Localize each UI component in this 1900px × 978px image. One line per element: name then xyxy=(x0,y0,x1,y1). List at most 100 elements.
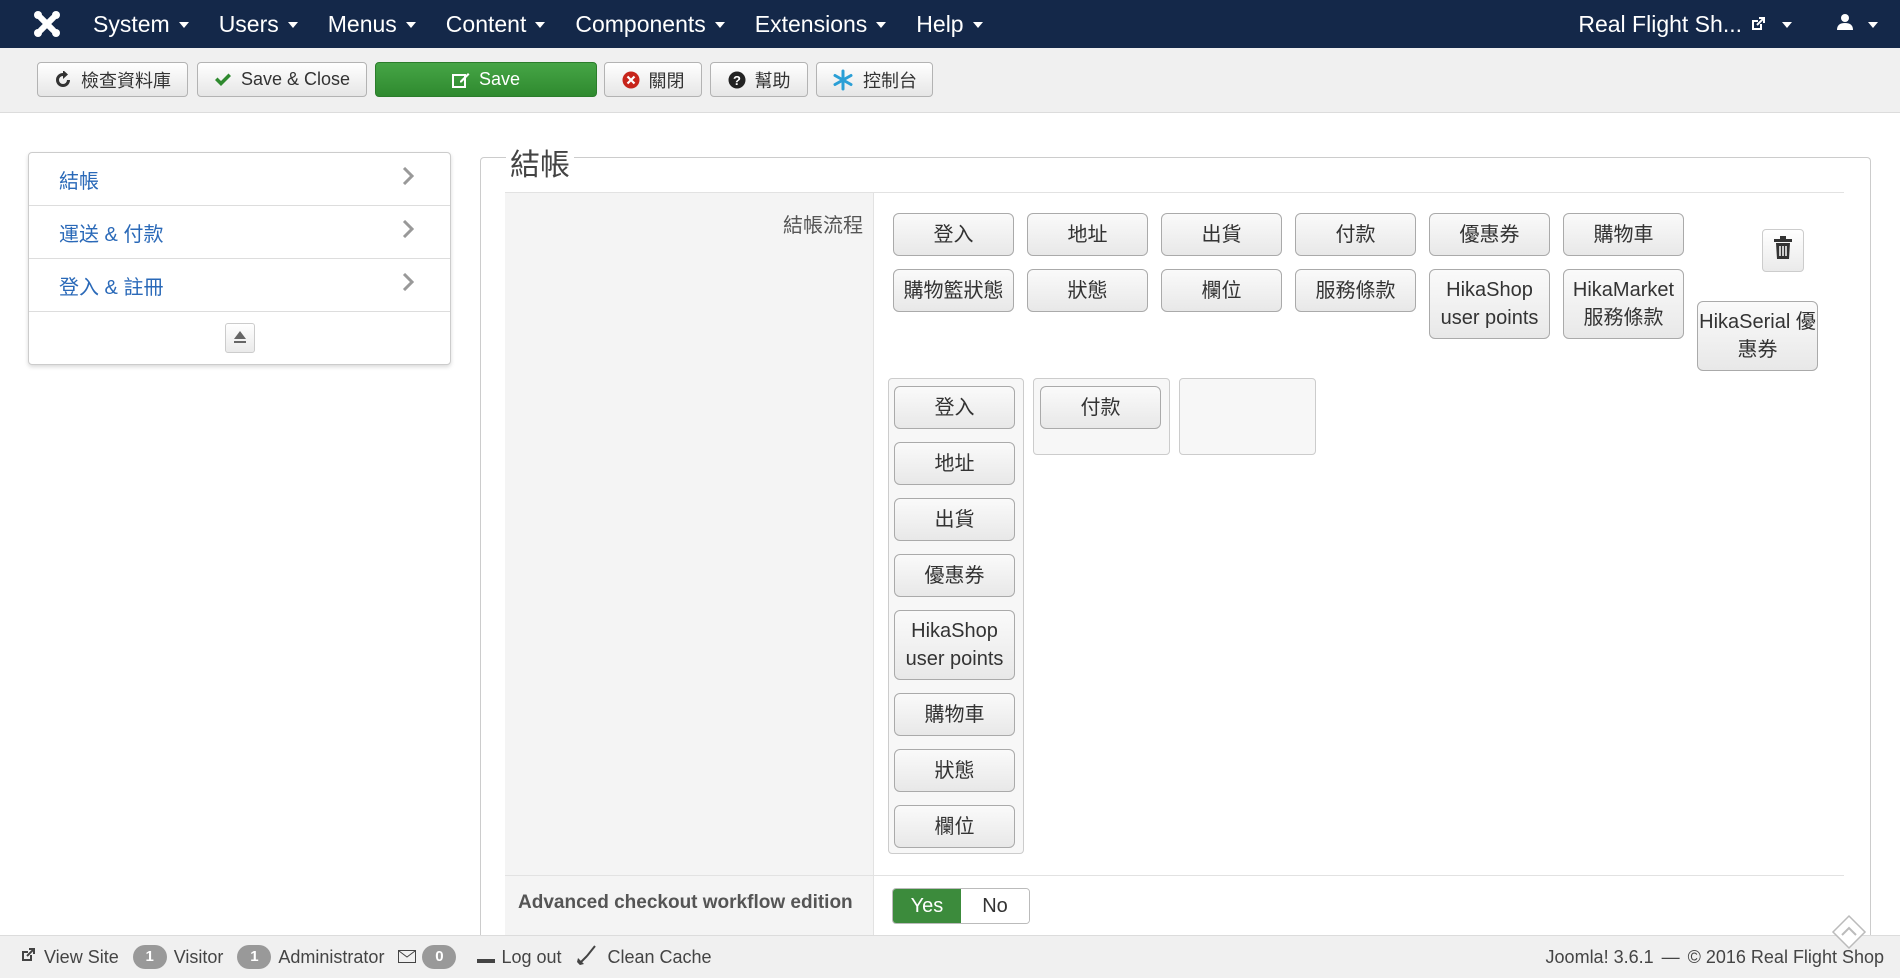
caret-down-icon xyxy=(405,22,416,28)
trash-dropzone[interactable] xyxy=(1762,229,1804,272)
block-fields[interactable]: 欄位 xyxy=(1161,269,1282,312)
step1-block-coupon[interactable]: 優惠券 xyxy=(894,554,1015,597)
yes-option[interactable]: Yes xyxy=(893,889,961,923)
block-login[interactable]: 登入 xyxy=(893,213,1014,256)
menu-label: Help xyxy=(916,10,964,37)
no-option[interactable]: No xyxy=(961,889,1029,923)
step1-block-login[interactable]: 登入 xyxy=(894,386,1015,429)
close-circle-icon xyxy=(622,71,640,89)
advanced-key-cell: Advanced checkout workflow edition xyxy=(505,876,874,937)
help-button[interactable]: ? 幫助 xyxy=(710,62,808,97)
menu-content[interactable]: Content xyxy=(431,0,561,48)
menu-label: Users xyxy=(218,10,279,37)
minus-icon xyxy=(477,947,496,968)
refresh-icon xyxy=(54,70,72,89)
save-button[interactable]: Save xyxy=(375,62,597,97)
sidebar-item-label: 運送 & 付款 xyxy=(59,223,164,246)
eject-icon xyxy=(233,328,247,349)
step1-block-fields[interactable]: 欄位 xyxy=(894,805,1015,848)
block-status[interactable]: 狀態 xyxy=(1027,269,1148,312)
workflow-label: 結帳流程 xyxy=(783,215,863,237)
broom-icon xyxy=(576,944,598,971)
menu-users[interactable]: Users xyxy=(204,0,313,48)
sidebar-item-checkout[interactable]: 結帳 xyxy=(29,153,450,206)
block-address[interactable]: 地址 xyxy=(1027,213,1148,256)
workflow-key-cell: 結帳流程 xyxy=(505,193,874,875)
button-label: Save & Close xyxy=(240,69,351,89)
block-shipping[interactable]: 出貨 xyxy=(1161,213,1282,256)
block-cart-status[interactable]: 購物籃狀態 xyxy=(893,269,1014,312)
sidebar-item-label: 登入 & 註冊 xyxy=(59,276,164,299)
copyright-text: © 2016 Real Flight Shop xyxy=(1687,947,1884,967)
site-link[interactable]: Real Flight Sh... xyxy=(1562,0,1808,48)
admin-label: Administrator xyxy=(278,946,385,967)
block-cart[interactable]: 購物車 xyxy=(1563,213,1684,256)
advanced-label: Advanced checkout workflow edition xyxy=(518,892,853,913)
user-menu[interactable] xyxy=(1808,0,1900,48)
logout-link[interactable]: Log out xyxy=(477,946,562,968)
step2-block-payment[interactable]: 付款 xyxy=(1040,386,1161,429)
button-label: 關閉 xyxy=(648,70,685,91)
version-text: Joomla! 3.6.1 xyxy=(1545,947,1654,967)
logout-label: Log out xyxy=(501,946,562,967)
close-button[interactable]: 關閉 xyxy=(604,62,702,97)
block-hikaserial-coupon[interactable]: HikaSerial 優惠券 xyxy=(1697,301,1818,371)
edit-icon xyxy=(451,71,470,89)
clean-cache-link[interactable]: Clean Cache xyxy=(576,944,712,971)
messages-link[interactable]: 0 xyxy=(398,945,463,969)
sidebar-item-label: 結帳 xyxy=(59,170,99,193)
view-site-link[interactable]: View Site xyxy=(20,947,119,968)
checkmark-icon xyxy=(214,72,232,88)
visitor-label: Visitor xyxy=(173,946,224,967)
check-database-button[interactable]: 檢查資料庫 xyxy=(37,62,188,97)
asterisk-icon xyxy=(832,69,854,91)
block-payment[interactable]: 付款 xyxy=(1295,213,1416,256)
menu-label: Extensions xyxy=(754,10,868,37)
menu-extensions[interactable]: Extensions xyxy=(740,0,902,48)
toolbar: 檢查資料庫 Save & Close Save 關閉 ? 幫助 控制台 xyxy=(0,48,1900,113)
fieldset-legend: 結帳 xyxy=(506,140,574,184)
dashboard-button[interactable]: 控制台 xyxy=(816,62,933,97)
chevron-right-icon xyxy=(402,166,415,191)
question-circle-icon: ? xyxy=(728,71,746,89)
svg-text:?: ? xyxy=(733,73,741,88)
step1-block-status[interactable]: 狀態 xyxy=(894,749,1015,792)
menu-label: Content xyxy=(445,10,527,37)
block-coupon[interactable]: 優惠券 xyxy=(1429,213,1550,256)
menu-menus[interactable]: Menus xyxy=(313,0,431,48)
external-link-icon xyxy=(1750,11,1766,38)
menu-help[interactable]: Help xyxy=(901,0,997,48)
admin-badge: 1 xyxy=(237,945,272,969)
joomla-logo-icon[interactable] xyxy=(16,0,78,48)
sidebar-item-shipping-payment[interactable]: 運送 & 付款 xyxy=(29,206,450,259)
scroll-icon[interactable] xyxy=(1831,914,1867,950)
button-label: 檢查資料庫 xyxy=(81,70,171,91)
step1-block-address[interactable]: 地址 xyxy=(894,442,1015,485)
block-terms[interactable]: 服務條款 xyxy=(1295,269,1416,312)
main-menu: System Users Menus Content Components Ex… xyxy=(78,0,998,48)
button-label: Save xyxy=(478,69,521,89)
clean-cache-label: Clean Cache xyxy=(607,946,712,967)
menu-system[interactable]: System xyxy=(78,0,204,48)
save-close-button[interactable]: Save & Close xyxy=(197,62,367,97)
visitor-count: 1 Visitor xyxy=(132,945,224,969)
top-navbar: System Users Menus Content Components Ex… xyxy=(0,0,1900,48)
sidebar-item-login-register[interactable]: 登入 & 註冊 xyxy=(29,259,450,312)
admin-count: 1 Administrator xyxy=(237,945,384,969)
workflow-step-new[interactable] xyxy=(1179,378,1316,455)
chevron-right-icon xyxy=(402,272,415,297)
visitor-badge: 1 xyxy=(132,945,167,969)
caret-down-icon xyxy=(535,22,546,28)
step1-block-hikashop-user-points[interactable]: HikaShop user points xyxy=(894,610,1015,680)
collapse-sidebar-button[interactable] xyxy=(224,323,255,353)
menu-label: System xyxy=(93,10,170,37)
advanced-toggle[interactable]: Yes No xyxy=(892,888,1030,924)
step1-block-shipping[interactable]: 出貨 xyxy=(894,498,1015,541)
block-hikamarket-terms[interactable]: HikaMarket 服務條款 xyxy=(1563,269,1684,339)
step1-block-cart[interactable]: 購物車 xyxy=(894,693,1015,736)
view-site-label: View Site xyxy=(44,946,119,967)
caret-down-icon xyxy=(178,22,189,28)
menu-components[interactable]: Components xyxy=(560,0,739,48)
status-bar: View Site 1 Visitor 1 Administrator 0 Lo… xyxy=(0,935,1900,978)
block-hikashop-user-points[interactable]: HikaShop user points xyxy=(1429,269,1550,339)
